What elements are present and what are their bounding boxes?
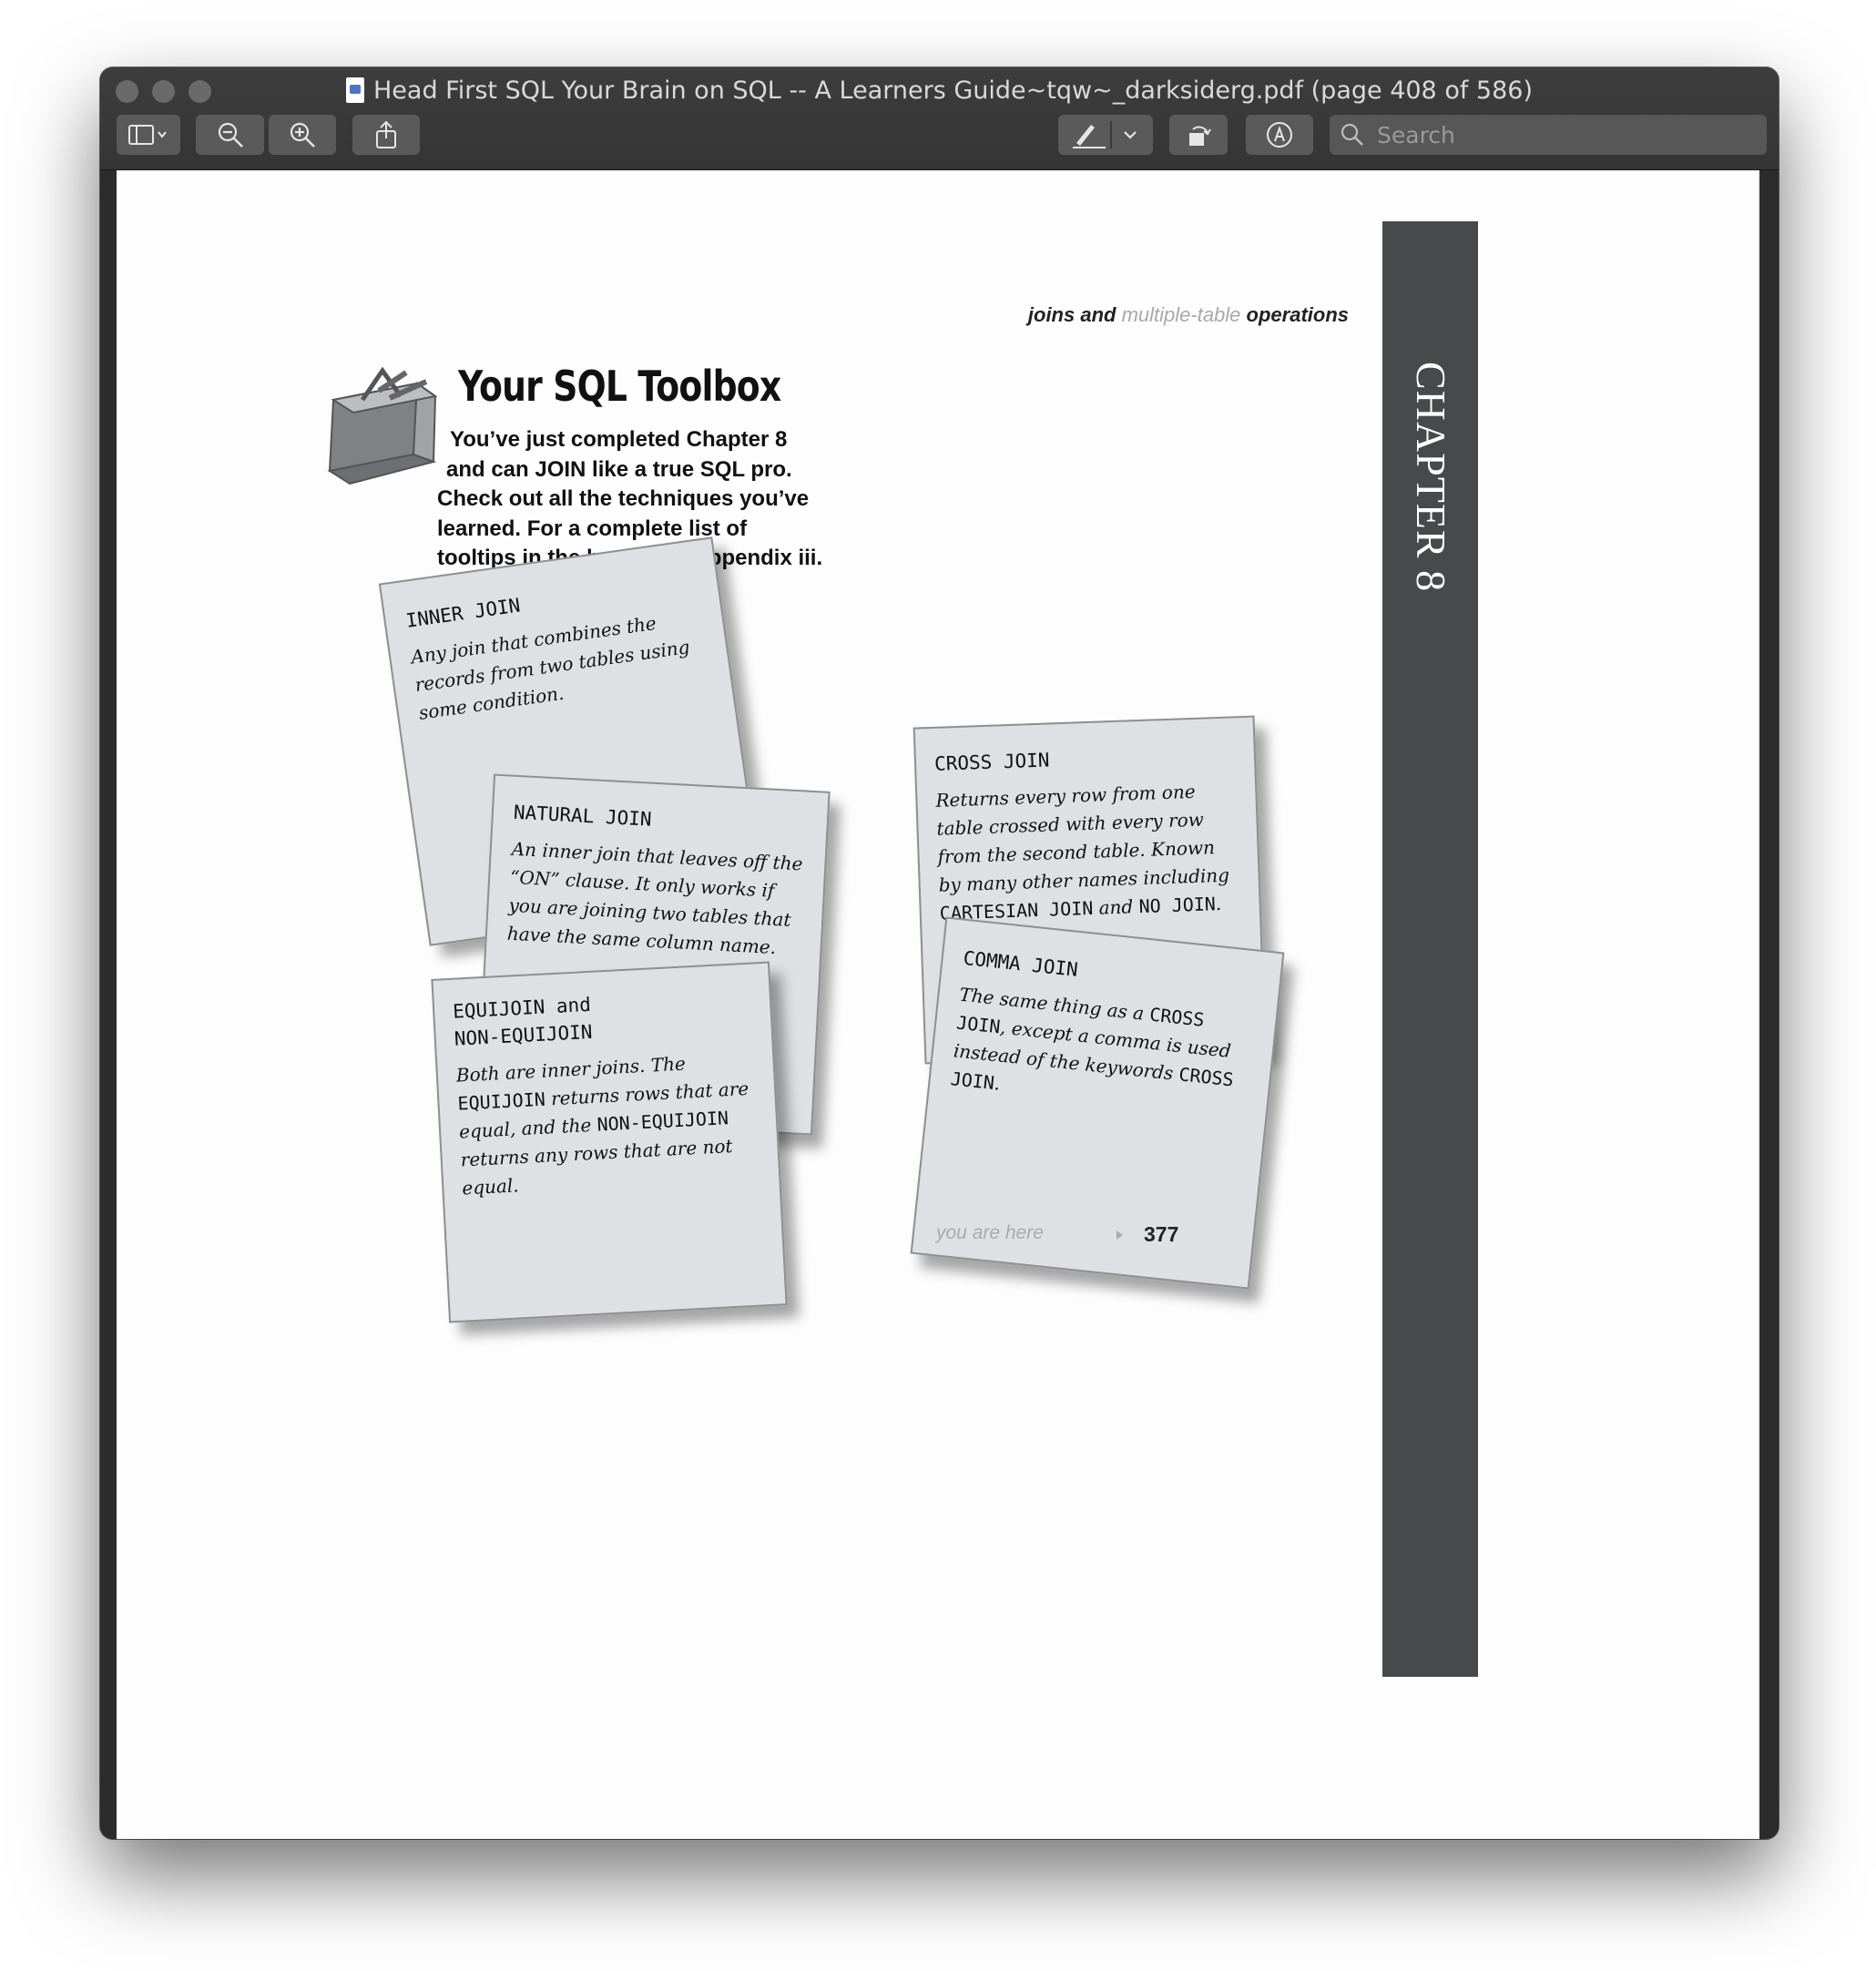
card-text: Both are inner joins. The EQUIJOIN retur… (455, 1047, 761, 1203)
titlebar: Head First SQL Your Brain on SQL -- A Le… (100, 67, 1779, 170)
intro-line: You’ve just completed Chapter 8 (450, 427, 788, 452)
toolbox-icon (327, 366, 438, 485)
rotate-icon (1189, 126, 1211, 146)
card-text-part: and (1092, 895, 1139, 919)
intro-line: Check out all the techniques you’ve (437, 486, 810, 511)
card-title: NATURAL JOIN (513, 801, 653, 831)
zoom-out-icon (218, 122, 243, 148)
card-text-part: Both are inner joins. The (455, 1052, 687, 1087)
zoom-in-icon (290, 122, 315, 148)
toolbox-title: Your SQL Toolbox (458, 362, 781, 411)
card-text: The same thing as a CROSS JOIN, except a… (949, 981, 1256, 1124)
markup-icon (1267, 122, 1292, 148)
card-text-part: returns any rows that are not equal. (460, 1134, 734, 1200)
running-head-highlight: multiple-table (1121, 303, 1241, 326)
card-text-part: . (1215, 892, 1222, 915)
card-keyword: NO JOIN (1138, 893, 1217, 918)
search-field[interactable] (1330, 115, 1767, 155)
card-text-part: . (993, 1072, 1002, 1095)
card-text: An inner join that leaves off the “ON” c… (506, 837, 804, 959)
chevron-down-icon[interactable] (1122, 128, 1138, 141)
you-are-here-label: you are here (936, 1222, 1044, 1243)
rotate-button[interactable] (1169, 115, 1228, 155)
running-head-part: joins and (1027, 303, 1122, 326)
pdf-document-icon (346, 77, 364, 103)
window-title: Head First SQL Your Brain on SQL -- A Le… (100, 75, 1779, 107)
preview-window: Head First SQL Your Brain on SQL -- A Le… (100, 67, 1779, 1839)
pdf-page: CHAPTER 8 joins and multiple-table opera… (117, 170, 1759, 1839)
share-icon (376, 120, 396, 148)
card-text: Returns every row from one table crossed… (935, 776, 1241, 927)
running-head-part: operations (1240, 303, 1349, 326)
sidebar-toggle-button[interactable] (117, 115, 180, 155)
card-keyword: NON-EQUIJOIN (596, 1107, 729, 1136)
chapter-tab-label: CHAPTER 8 (1408, 362, 1454, 593)
markup-pen-button[interactable] (1058, 115, 1153, 155)
intro-line: and can JOIN like a true SQL pro. (446, 456, 792, 482)
card-text-part: Returns every row from one table crossed… (935, 780, 1230, 896)
card-title: CROSS JOIN (933, 749, 1050, 775)
annotate-button[interactable] (1246, 115, 1313, 155)
search-icon (1341, 123, 1363, 146)
card-keyword: EQUIJOIN (456, 1088, 546, 1115)
zoom-out-button[interactable] (196, 115, 264, 155)
search-input[interactable] (1375, 120, 1761, 149)
sidebar-icon (128, 125, 167, 145)
zoom-in-button[interactable] (269, 115, 336, 155)
tooltip-card-equijoin: EQUIJOIN and NON-EQUIJOIN Both are inner… (431, 961, 788, 1323)
window-title-text: Head First SQL Your Brain on SQL -- A Le… (373, 77, 1533, 105)
share-button[interactable] (352, 115, 420, 155)
card-title: EQUIJOIN and NON-EQUIJOIN (452, 993, 593, 1050)
document-view[interactable]: CHAPTER 8 joins and multiple-table opera… (117, 170, 1759, 1839)
page-number: 377 (1144, 1222, 1179, 1246)
running-head: joins and multiple-table operations (1028, 303, 1349, 327)
pen-icon (1073, 121, 1112, 148)
triangle-right-icon (1116, 1231, 1123, 1240)
